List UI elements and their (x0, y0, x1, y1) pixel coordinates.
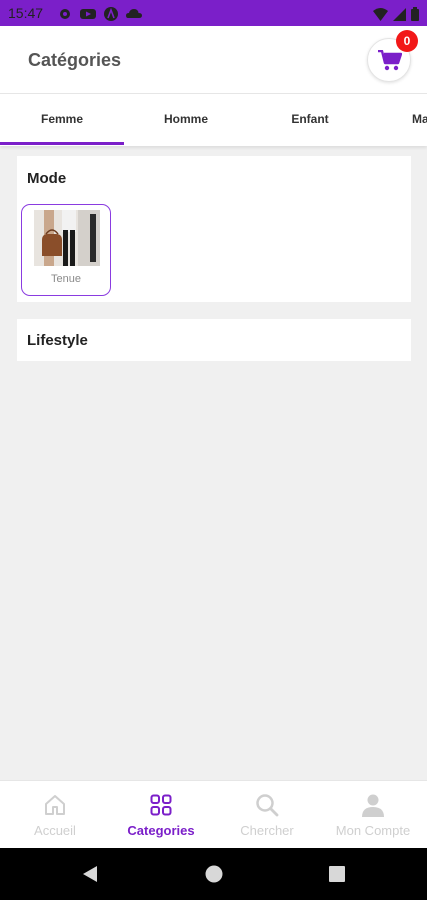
account-icon (362, 794, 384, 817)
home-icon (45, 795, 65, 815)
bottom-navigation: Accueil Categories Chercher Mon Compte (0, 780, 427, 848)
notification-icons (58, 6, 142, 25)
tab-maison[interactable]: Ma (372, 94, 427, 146)
section-title-mode: Mode (27, 170, 67, 187)
system-status-icons (373, 6, 419, 25)
section-lifestyle[interactable]: Lifestyle (17, 319, 411, 361)
cart-count-badge: 0 (396, 30, 418, 52)
wifi-icon (373, 6, 388, 25)
nav-accueil[interactable]: Accueil (2, 781, 108, 849)
subcategory-image (34, 210, 100, 266)
tab-homme[interactable]: Homme (124, 94, 248, 146)
tab-femme[interactable]: Femme (0, 94, 124, 146)
nav-chercher[interactable]: Chercher (214, 781, 320, 849)
nav-categories[interactable]: Categories (108, 781, 214, 849)
tab-enfant[interactable]: Enfant (248, 94, 372, 146)
home-button-icon[interactable] (205, 865, 223, 883)
nav-label-categories: Categories (127, 823, 195, 838)
system-navigation-bar (0, 848, 427, 900)
section-mode: Mode Tenue (17, 156, 411, 302)
search-icon (256, 794, 279, 817)
status-bar: 15:47 (0, 0, 427, 26)
category-tabs: Femme Homme Enfant Ma (0, 94, 427, 146)
cart-icon (378, 50, 402, 71)
app-header: Catégories (0, 26, 427, 94)
recents-icon[interactable] (329, 866, 345, 882)
settings-icon (58, 6, 72, 25)
categories-icon (150, 794, 172, 816)
cloud-icon (126, 6, 142, 25)
nav-label-accueil: Accueil (34, 823, 76, 838)
nav-label-chercher: Chercher (240, 823, 294, 838)
signal-icon (393, 6, 406, 25)
subcategory-tenue[interactable]: Tenue (21, 204, 111, 296)
youtube-icon (80, 6, 96, 25)
battery-icon (411, 6, 419, 25)
active-tab-indicator (0, 142, 124, 145)
subcategory-label: Tenue (51, 273, 81, 285)
back-icon[interactable] (81, 865, 99, 883)
app-a-icon (104, 6, 118, 25)
section-title-lifestyle: Lifestyle (27, 332, 88, 349)
nav-label-mon-compte: Mon Compte (335, 823, 411, 838)
status-time: 15:47 (8, 5, 44, 21)
page-title: Catégories (28, 50, 122, 70)
nav-mon-compte[interactable]: Mon Compte (320, 781, 426, 849)
